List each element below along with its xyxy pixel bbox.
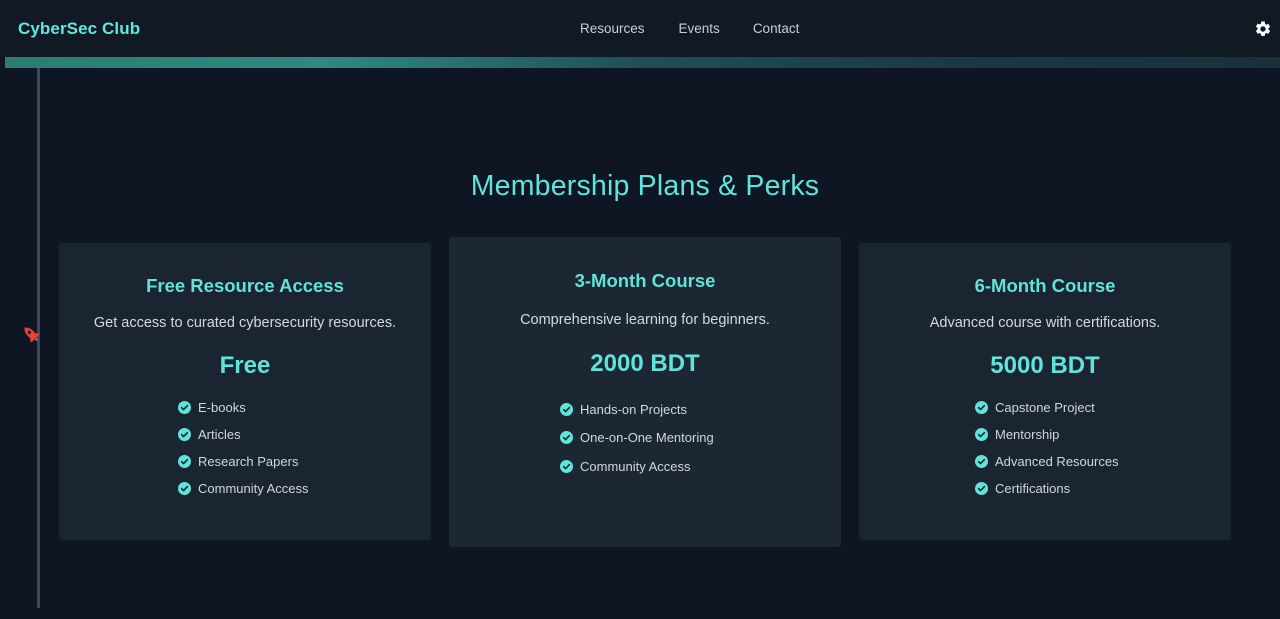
perk-label: Advanced Resources	[995, 454, 1119, 469]
nav-links: Resources Events Contact	[580, 21, 799, 36]
perk-label: Certifications	[995, 481, 1071, 496]
perk-label: Capstone Project	[995, 400, 1095, 415]
plan-description: Get access to curated cybersecurity reso…	[93, 315, 397, 331]
plan-card-6-month: 6-Month Course Advanced course with cert…	[859, 243, 1231, 540]
perk-item: Community Access	[560, 452, 714, 481]
plan-price: 2000 BDT	[590, 350, 700, 377]
perk-label: Mentorship	[995, 427, 1060, 442]
perk-item: Community Access	[178, 475, 309, 502]
brand-logo[interactable]: CyberSec Club	[18, 19, 140, 39]
check-circle-icon	[560, 459, 573, 473]
perk-item: E-books	[178, 394, 309, 421]
perk-label: Articles	[198, 427, 241, 442]
plan-card-free: Free Resource Access Get access to curat…	[59, 243, 431, 540]
nav-link-resources[interactable]: Resources	[580, 21, 645, 36]
accent-bar	[5, 57, 1280, 68]
navbar: CyberSec Club Resources Events Contact	[0, 0, 1280, 57]
perk-list: Capstone Project Mentorship Advanced Res…	[975, 394, 1119, 502]
plan-title: 3-Month Course	[574, 270, 716, 291]
perk-item: Mentorship	[975, 421, 1119, 448]
check-circle-icon	[178, 401, 191, 414]
perk-label: Community Access	[580, 458, 691, 474]
perk-item: Research Papers	[178, 448, 309, 475]
check-circle-icon	[178, 482, 191, 495]
plan-card-3-month: 3-Month Course Comprehensive learning fo…	[449, 237, 841, 547]
check-circle-icon	[560, 402, 573, 416]
plan-price: Free	[219, 352, 271, 379]
perk-label: Research Papers	[198, 454, 299, 469]
plan-title: 6-Month Course	[974, 275, 1116, 296]
perk-item: Capstone Project	[975, 394, 1119, 421]
check-circle-icon	[975, 455, 988, 468]
perk-item: Hands-on Projects	[560, 395, 714, 424]
check-circle-icon	[560, 431, 573, 445]
nav-link-events[interactable]: Events	[679, 21, 720, 36]
perk-label: Hands-on Projects	[580, 401, 687, 417]
perk-label: Community Access	[198, 481, 309, 496]
check-circle-icon	[178, 428, 191, 441]
check-circle-icon	[178, 455, 191, 468]
page-title: Membership Plans & Perks	[470, 170, 820, 202]
perk-item: Advanced Resources	[975, 448, 1119, 475]
plan-title: Free Resource Access	[146, 275, 344, 296]
nav-link-contact[interactable]: Contact	[753, 21, 800, 36]
check-circle-icon	[975, 482, 988, 495]
perk-label: E-books	[198, 400, 246, 415]
rocket-icon	[24, 327, 40, 343]
perk-list: Hands-on Projects One-on-One Mentoring C…	[560, 395, 714, 481]
plan-description: Comprehensive learning for beginners.	[520, 312, 770, 328]
perk-label: One-on-One Mentoring	[580, 430, 714, 446]
perk-item: Certifications	[975, 475, 1119, 502]
plan-price: 5000 BDT	[990, 352, 1100, 379]
perk-list: E-books Articles Research Papers Communi…	[178, 394, 309, 502]
check-circle-icon	[975, 428, 988, 441]
plan-description: Advanced course with certifications.	[929, 315, 1161, 331]
perk-item: Articles	[178, 421, 309, 448]
perk-item: One-on-One Mentoring	[560, 424, 714, 453]
check-circle-icon	[975, 401, 988, 414]
gear-icon[interactable]	[1254, 20, 1272, 38]
